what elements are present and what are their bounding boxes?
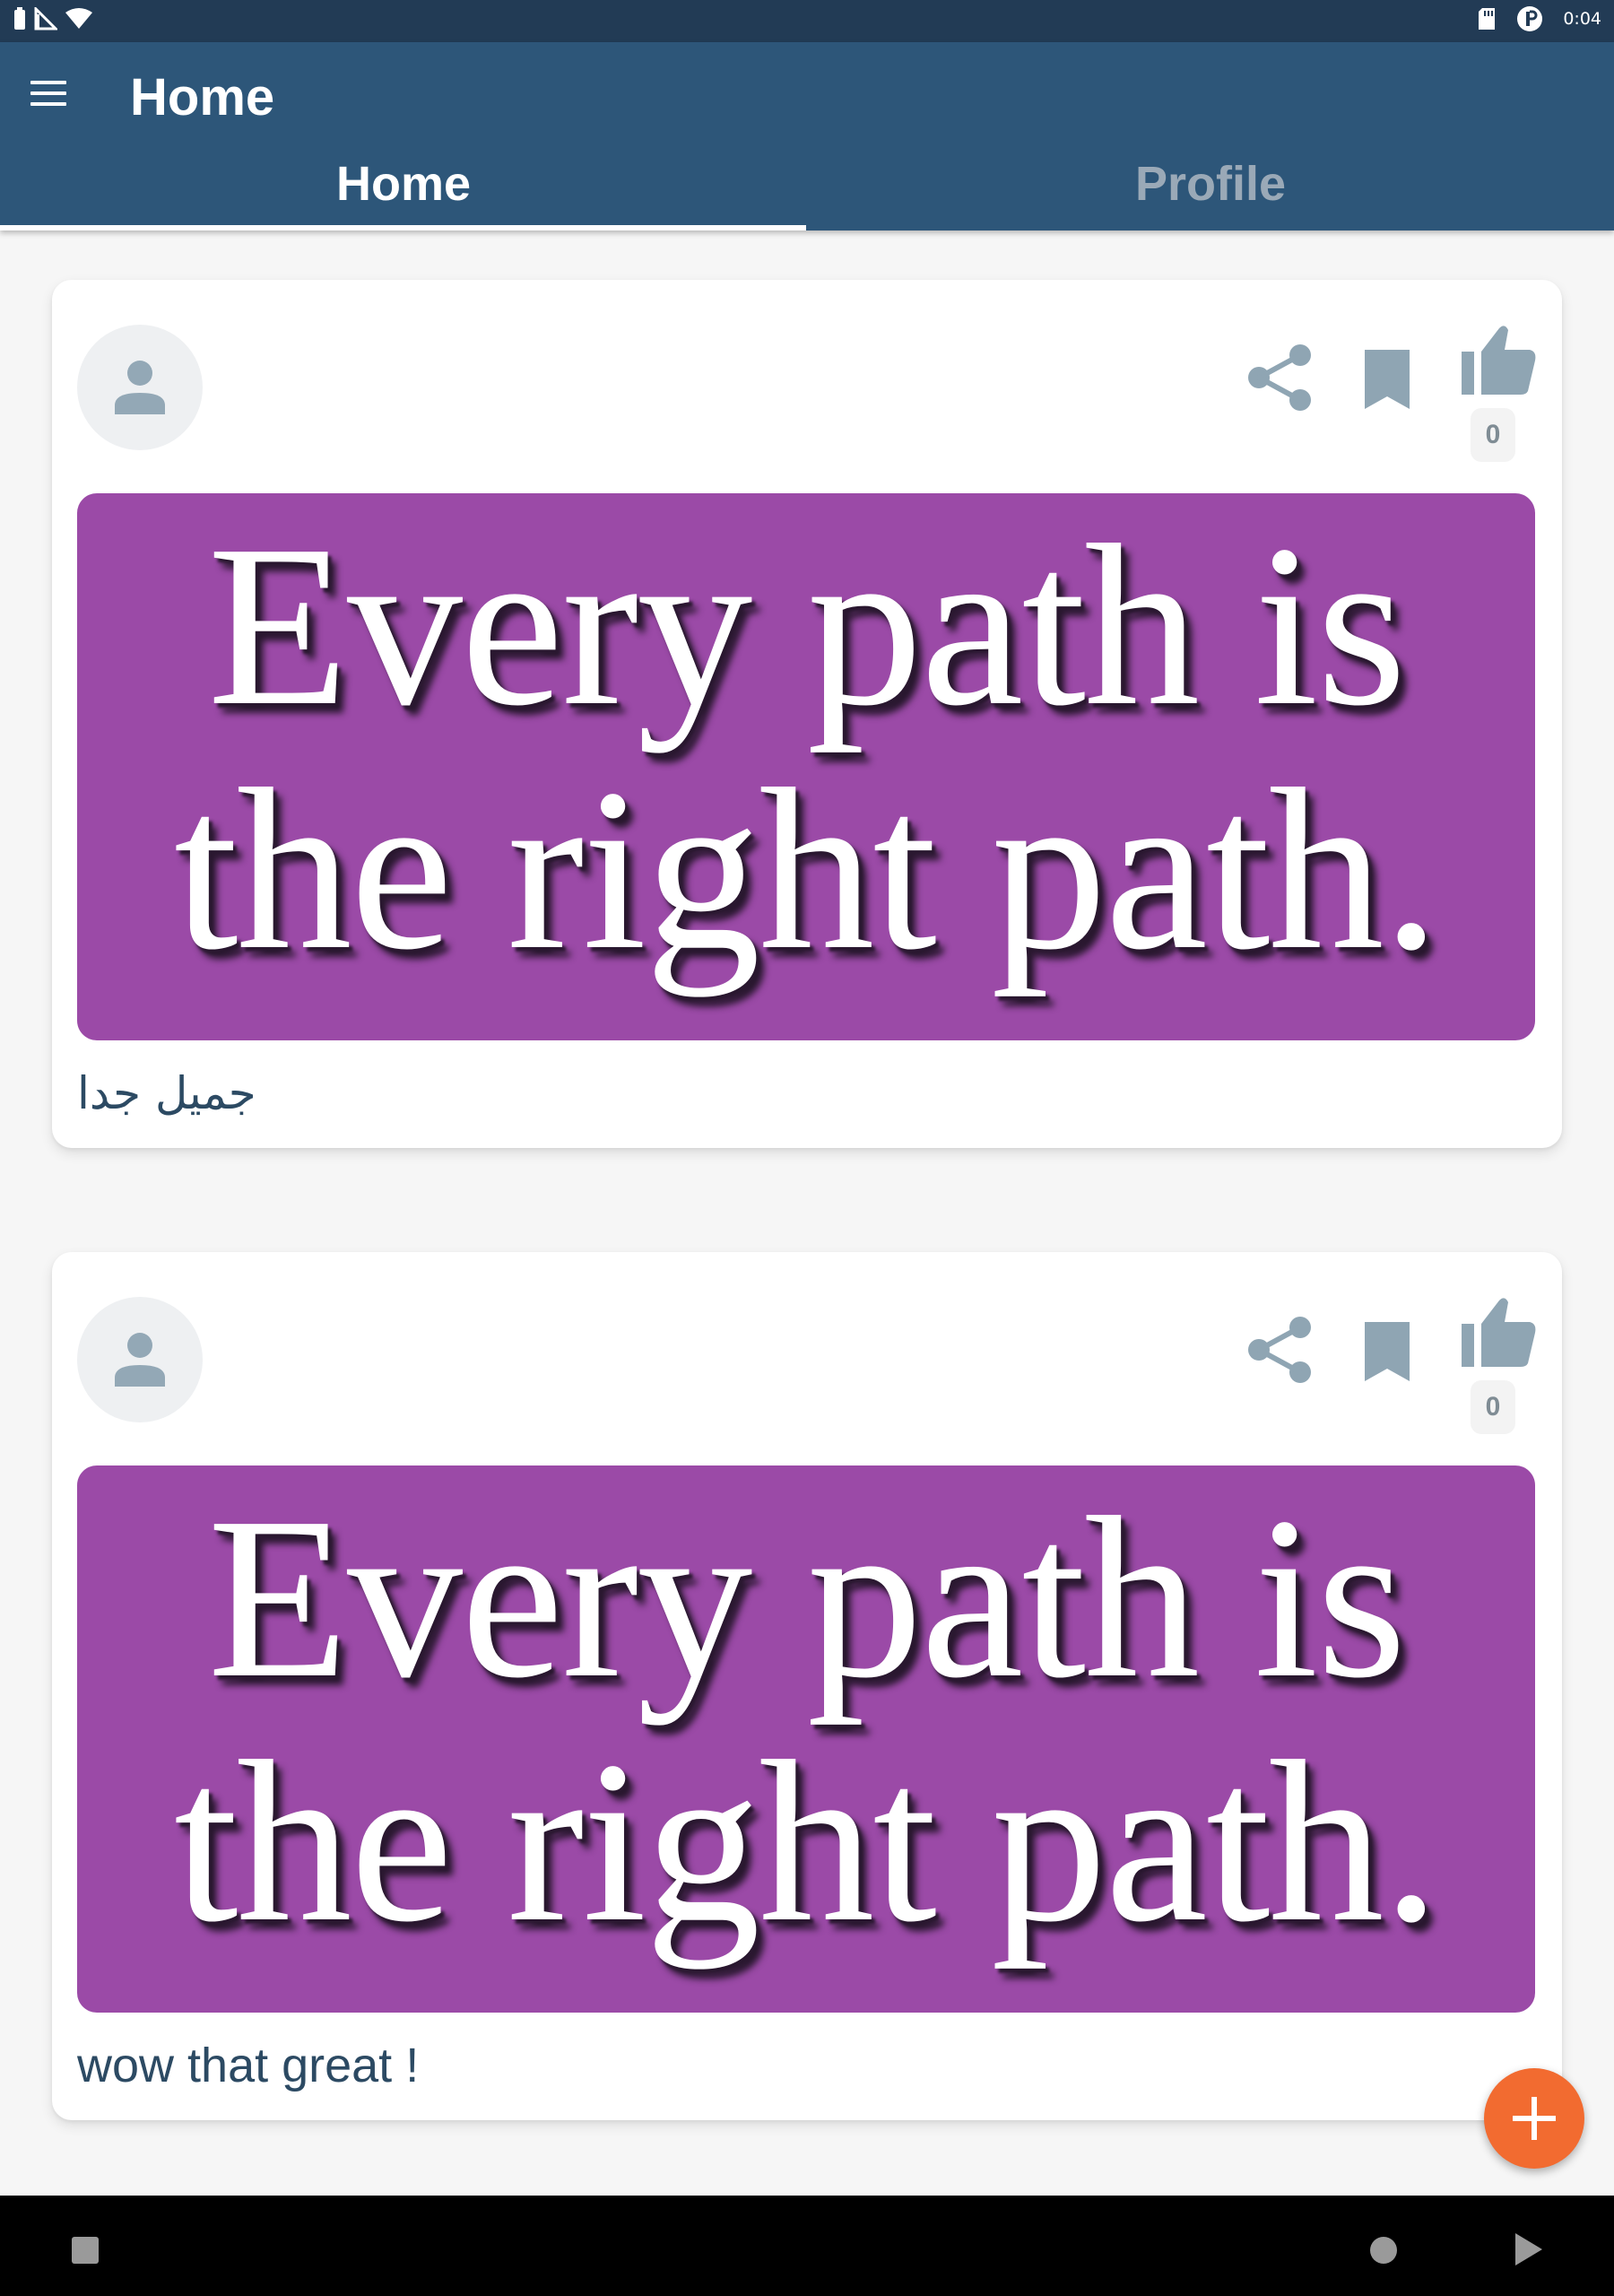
post-image[interactable]: Every path is the right path. <box>77 493 1535 1040</box>
tab-indicator <box>0 225 806 230</box>
post-card: 0 Every path is the right path. wow that… <box>52 1252 1562 2120</box>
post-image-text-line1: Every path is <box>207 497 1406 753</box>
status-right: 0:04 <box>1477 5 1601 32</box>
page-title: Home <box>130 68 275 126</box>
like-count: 0 <box>1471 1380 1515 1434</box>
tab-home[interactable]: Home <box>0 148 807 230</box>
thumbs-up-icon[interactable] <box>1460 1297 1537 1369</box>
home-icon[interactable] <box>1370 2237 1397 2264</box>
post-caption: جميل جدا <box>77 1067 256 1119</box>
post-image-text-line2: the right path. <box>173 1713 1440 1970</box>
bookmark-icon[interactable] <box>1361 348 1413 411</box>
thumbs-up-icon[interactable] <box>1460 325 1537 396</box>
add-post-button[interactable] <box>1484 2068 1584 2169</box>
notification-icon <box>1517 6 1543 31</box>
post-caption: wow that great ! <box>77 2039 420 2092</box>
bookmark-icon[interactable] <box>1361 1320 1413 1383</box>
share-icon[interactable] <box>1245 1315 1315 1385</box>
status-left <box>13 7 93 30</box>
tab-profile[interactable]: Profile <box>807 148 1614 230</box>
battery-icon <box>14 7 25 30</box>
wifi-icon <box>65 8 92 29</box>
status-time: 0:04 <box>1563 9 1601 29</box>
post-image[interactable]: Every path is the right path. <box>77 1465 1535 2013</box>
recent-apps-icon[interactable] <box>72 2237 99 2264</box>
back-icon[interactable] <box>1515 2233 1542 2266</box>
avatar[interactable] <box>77 325 203 450</box>
share-icon[interactable] <box>1245 343 1315 413</box>
post-card: 0 Every path is the right path. جميل جدا <box>52 280 1562 1148</box>
avatar[interactable] <box>77 1297 203 1422</box>
system-nav-bar <box>0 2196 1614 2296</box>
person-icon <box>115 1333 165 1387</box>
plus-icon <box>1513 2097 1556 2140</box>
sd-card-icon <box>1479 8 1496 30</box>
app-bar: Home Home Profile <box>0 42 1614 230</box>
like-count: 0 <box>1471 408 1515 462</box>
post-image-text-line1: Every path is <box>207 1469 1406 1726</box>
person-icon <box>115 361 165 414</box>
menu-icon[interactable] <box>30 81 70 115</box>
status-bar: 0:04 <box>0 0 1614 42</box>
no-signal-icon <box>34 7 57 30</box>
post-image-text-line2: the right path. <box>173 741 1440 997</box>
